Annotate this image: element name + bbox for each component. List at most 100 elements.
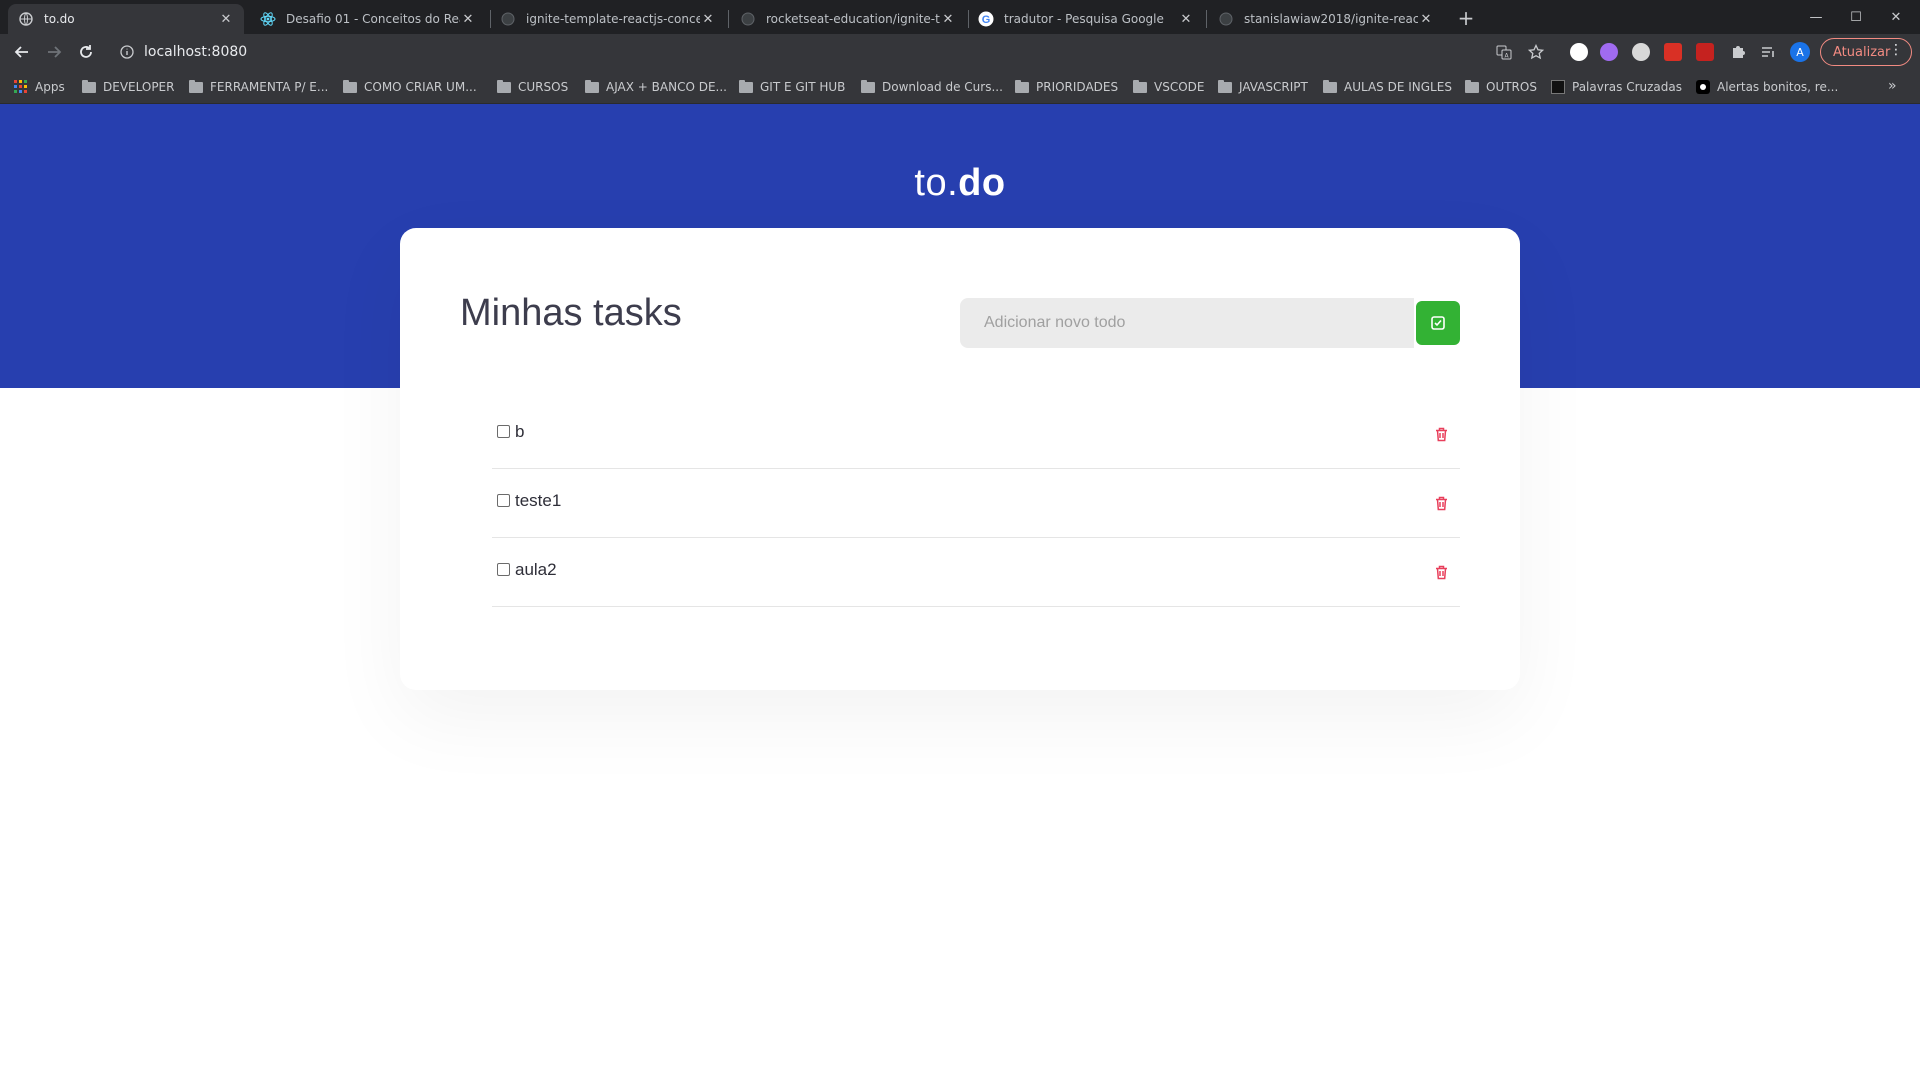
- task-item: teste1: [492, 469, 1460, 538]
- tab-separator: [728, 10, 729, 28]
- bookmark-apps[interactable]: Apps: [14, 77, 65, 97]
- tab-label: rocketseat-education/ignite-te: [766, 12, 940, 26]
- bookmark-label: VSCODE: [1154, 80, 1205, 94]
- tab-ignite-template[interactable]: ignite-template-reactjs-conceito ✕: [490, 4, 726, 34]
- folder-icon: [82, 79, 96, 93]
- task-checkbox[interactable]: [497, 563, 510, 576]
- close-icon[interactable]: ✕: [940, 11, 956, 27]
- bookmark-folder[interactable]: CURSOS: [497, 77, 568, 97]
- maximize-icon[interactable]: ☐: [1836, 0, 1876, 34]
- bookmark-label: Apps: [35, 80, 65, 94]
- close-icon[interactable]: ✕: [700, 11, 716, 27]
- tab-todo[interactable]: to.do ✕: [8, 4, 244, 34]
- arrow-left-icon: [14, 46, 28, 58]
- folder-icon: [343, 79, 357, 93]
- close-icon[interactable]: ✕: [1418, 11, 1434, 27]
- new-tab-button[interactable]: +: [1452, 6, 1480, 30]
- bookmark-label: DEVELOPER: [103, 80, 175, 94]
- extension-icon[interactable]: [1570, 43, 1588, 61]
- bookmark-alertas[interactable]: Alertas bonitos, re...: [1696, 77, 1838, 97]
- add-todo-button[interactable]: [1416, 301, 1460, 345]
- bookmark-folder[interactable]: FERRAMENTA P/ E...: [189, 77, 328, 97]
- close-icon[interactable]: ✕: [218, 11, 234, 27]
- logo-light: to.: [914, 162, 959, 204]
- bookmark-folder[interactable]: DEVELOPER: [82, 77, 174, 97]
- bookmark-folder[interactable]: COMO CRIAR UM...: [343, 77, 477, 97]
- bookmark-folder[interactable]: GIT E GIT HUB: [739, 77, 845, 97]
- bookmark-folder[interactable]: PRIORIDADES: [1015, 77, 1118, 97]
- folder-icon: [1015, 79, 1029, 93]
- reload-button[interactable]: [72, 38, 100, 66]
- task-title: b: [515, 422, 525, 441]
- trash-icon[interactable]: [1432, 493, 1450, 513]
- task-checkbox[interactable]: [497, 425, 510, 438]
- forward-button[interactable]: [40, 38, 68, 66]
- puzzle-icon[interactable]: [1724, 38, 1752, 66]
- tab-label: tradutor - Pesquisa Google: [1004, 12, 1164, 26]
- tab-strip: to.do ✕ Desafio 01 - Conceitos do React …: [0, 0, 1920, 34]
- bookmark-label: COMO CRIAR UM...: [364, 80, 477, 94]
- task-item: aula2: [492, 538, 1460, 607]
- svg-text:G: G: [982, 14, 991, 26]
- bookmark-label: Download de Curs...: [882, 80, 1003, 94]
- task-item: b: [492, 400, 1460, 469]
- tab-label: Desafio 01 - Conceitos do React: [286, 12, 460, 26]
- reading-list-icon[interactable]: [1754, 38, 1782, 66]
- logo-bold: do: [958, 162, 1006, 204]
- profile-avatar[interactable]: A: [1790, 42, 1810, 62]
- bookmark-folder[interactable]: Download de Curs...: [861, 77, 1003, 97]
- trash-icon[interactable]: [1432, 562, 1450, 582]
- more-menu-icon[interactable]: ⋮: [1889, 42, 1903, 58]
- translate-icon[interactable]: A: [1490, 38, 1518, 66]
- apps-grid-icon: [14, 80, 27, 93]
- bookmark-label: CURSOS: [518, 80, 569, 94]
- task-checkbox[interactable]: [497, 494, 510, 507]
- folder-icon: [861, 79, 875, 93]
- extension-icon[interactable]: [1632, 43, 1650, 61]
- back-button[interactable]: [8, 38, 36, 66]
- bookmark-folder[interactable]: VSCODE: [1133, 77, 1204, 97]
- check-square-icon: [1431, 316, 1445, 330]
- new-todo-input[interactable]: [960, 298, 1414, 348]
- bookmark-folder[interactable]: JAVASCRIPT: [1218, 77, 1308, 97]
- folder-icon: [1218, 79, 1232, 93]
- tab-desafio[interactable]: Desafio 01 - Conceitos do React ✕: [250, 4, 486, 34]
- tab-tradutor[interactable]: G tradutor - Pesquisa Google ✕: [968, 4, 1204, 34]
- close-icon[interactable]: ✕: [1178, 11, 1194, 27]
- tab-stanislawiaw[interactable]: stanislawiaw2018/ignite-reactjs ✕: [1208, 4, 1444, 34]
- bookmark-folder[interactable]: OUTROS: [1465, 77, 1537, 97]
- adblock-icon[interactable]: [1664, 43, 1682, 61]
- bookmarks-bar: Apps DEVELOPER FERRAMENTA P/ E... COMO C…: [0, 70, 1920, 104]
- trash-icon[interactable]: [1432, 424, 1450, 444]
- address-bar[interactable]: localhost:8080: [110, 37, 1510, 67]
- react-icon: [260, 11, 276, 27]
- tasks-card: Minhas tasks b teste1 aula2: [400, 228, 1520, 690]
- bookmark-label: PRIORIDADES: [1036, 80, 1119, 94]
- folder-icon: [739, 79, 753, 93]
- bookmark-label: AJAX + BANCO DE...: [606, 80, 727, 94]
- extension-icon[interactable]: [1696, 43, 1714, 61]
- close-icon[interactable]: ✕: [460, 11, 476, 27]
- window-close-icon[interactable]: ✕: [1876, 0, 1916, 34]
- folder-icon: [585, 79, 599, 93]
- minimize-icon[interactable]: —: [1796, 0, 1836, 34]
- bookmark-label: OUTROS: [1486, 80, 1537, 94]
- tab-rocketseat[interactable]: rocketseat-education/ignite-te ✕: [730, 4, 966, 34]
- update-button[interactable]: Atualizar ⋮: [1820, 38, 1912, 66]
- bookmark-folder[interactable]: AULAS DE INGLES: [1323, 77, 1452, 97]
- bookmark-label: Alertas bonitos, re...: [1717, 80, 1839, 94]
- folder-icon: [1323, 79, 1337, 93]
- bookmark-palavras[interactable]: Palavras Cruzadas: [1551, 77, 1682, 97]
- task-title: aula2: [515, 560, 557, 579]
- bookmark-label: JAVASCRIPT: [1239, 80, 1308, 94]
- bookmark-star-icon[interactable]: [1522, 38, 1550, 66]
- bookmark-folder[interactable]: AJAX + BANCO DE...: [585, 77, 727, 97]
- reload-icon: [80, 45, 92, 58]
- folder-icon: [1465, 79, 1479, 93]
- google-icon: G: [978, 11, 994, 27]
- site-icon: [1696, 80, 1710, 94]
- extension-icon[interactable]: [1600, 43, 1618, 61]
- info-icon[interactable]: [116, 41, 138, 63]
- bookmarks-more-button[interactable]: »: [1888, 78, 1897, 94]
- github-icon: [1218, 11, 1234, 27]
